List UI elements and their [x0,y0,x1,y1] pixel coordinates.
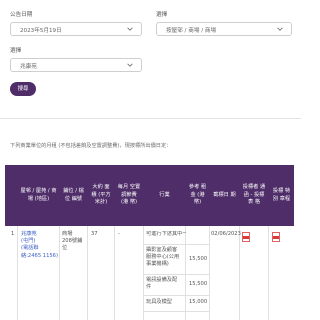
date-select[interactable]: 2023年5月19日 [10,22,142,36]
trade-rent: 15,500 [189,256,208,262]
estate-label: 選擇 [10,48,22,54]
header-area: 大約 面積 (平方 米計) [91,184,111,206]
unit-number: 商場 208號鋪 位 [62,231,83,252]
chevron-down-icon [127,63,133,67]
category-select-value: 按屋邨 / 商場 / 商場 [166,28,217,34]
header-tender-circular: 投標者 通函 - 投標表 格 [242,184,266,206]
trade-rent: 15,500 [189,281,208,287]
category-select[interactable]: 按屋邨 / 商場 / 商場 [156,22,292,36]
header-vacancy-fee: 每月 空置 調節費 (港 幣) [117,184,141,206]
estate-select[interactable]: 兆康苑 [10,58,142,72]
category-label: 選擇 [156,12,168,18]
trade-item: 攝影室及顧客 服務中心(公用 事業機構) [146,247,180,268]
date-select-value: 2023年5月19日 [20,28,62,34]
estate-link[interactable]: 兆康苑 (屯門) (電話聯 絡:2465 1156) [21,231,59,260]
trade-item: 電訊設備及配 件 [146,277,178,291]
closing-date-value: 02/06/2023 [211,231,241,237]
header-trade: 行業 [159,191,170,198]
estate-select-value: 兆康苑 [20,64,37,70]
area-value: 37 [91,231,98,237]
row-index: 1 [11,231,15,237]
table-header: 屋邨 / 屋苑 / 商場 (地區) 鋪位 / 檔位 編號 大約 面積 (平方 米… [5,165,294,226]
trade-item: 可進行下述其中一項： [146,231,186,237]
trade-item: 玩具及模型 [146,299,172,305]
header-estate: 屋邨 / 屋苑 / 商場 (地區) [20,188,57,202]
section-divider [0,118,301,119]
search-button[interactable]: 搜尋 [10,82,36,96]
chevron-down-icon [277,27,283,31]
date-label: 公告日期 [10,12,33,18]
vacancy-fee-value: - [118,231,120,237]
header-rent: 參考 租金 (港 幣) [188,184,207,206]
trade-rent: 15,000 [189,299,208,305]
pdf-file-icon[interactable] [272,232,280,242]
tender-table: 屋邨 / 屋苑 / 商場 (地區) 鋪位 / 檔位 編號 大約 面積 (平方 米… [5,165,294,320]
header-special-conditions: 投標 特別 章程 [272,188,291,202]
header-closing-date: 截標日 期 [213,191,236,198]
header-unit: 鋪位 / 檔位 編號 [63,188,84,202]
pdf-file-icon[interactable] [242,232,250,242]
chevron-down-icon [127,27,133,31]
rent-note: 下列商業單位的月租 (不包括差餉及空置調整費)，現按標所出價日定： [10,143,172,149]
